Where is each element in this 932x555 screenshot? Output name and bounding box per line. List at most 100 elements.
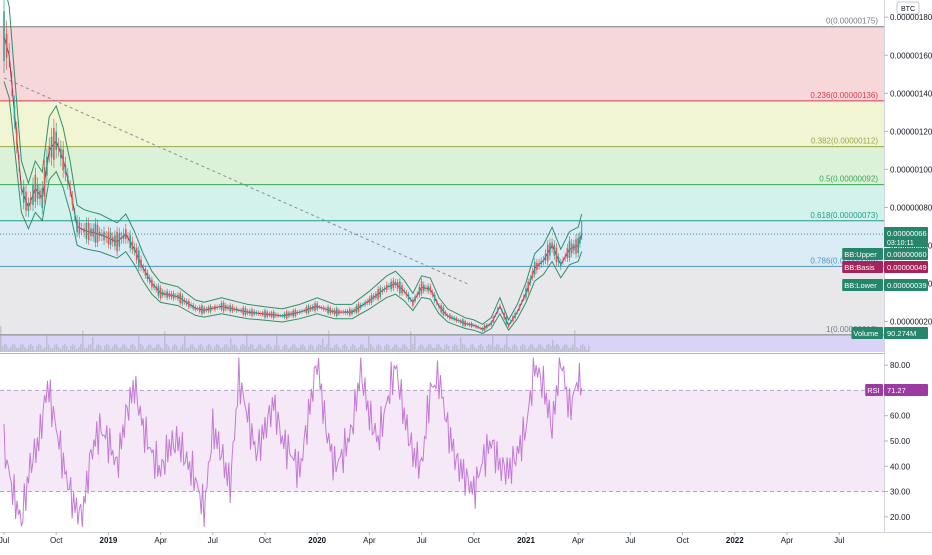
candle-body (509, 321, 512, 323)
candle-body (475, 325, 477, 328)
volume-bar (4, 344, 6, 352)
candle-body (316, 303, 318, 310)
candle-body (264, 310, 266, 318)
candle-body (242, 307, 245, 315)
candle-body (492, 316, 495, 322)
volume-bar (492, 334, 494, 352)
candle-body (301, 310, 303, 312)
volume-bar (42, 348, 44, 352)
candle-body (166, 291, 168, 298)
volume-bar (96, 345, 98, 352)
candle-body (486, 324, 488, 329)
candle-body (122, 233, 125, 239)
candle-body (294, 309, 297, 317)
volume-bar (552, 339, 554, 352)
candle-body (449, 314, 451, 319)
volume-bar (178, 349, 180, 352)
volume-bar (126, 347, 128, 352)
candle-body (71, 197, 74, 205)
volume-bar (426, 346, 428, 352)
volume-bar (70, 345, 72, 352)
volume-bar (372, 346, 374, 352)
volume-bar (510, 348, 512, 352)
candle-body (477, 326, 479, 329)
volume-bar (146, 346, 148, 352)
volume-bar (320, 345, 322, 352)
candle-body (396, 282, 399, 289)
volume-bar (40, 345, 42, 352)
volume-bar (128, 348, 130, 352)
price-tick-label: 0.00000140 (890, 89, 932, 98)
candle-body (394, 281, 397, 286)
volume-bar (584, 346, 586, 352)
volume-bar (190, 344, 192, 352)
volume-bar (462, 344, 464, 352)
candle-body (362, 304, 364, 306)
badge-bb_basis-label: BB:Basis (844, 263, 875, 272)
rsi-tick-label: 80.00 (890, 361, 911, 370)
volume-bar (386, 344, 388, 352)
volume-bar (314, 349, 316, 352)
candle-body (11, 82, 13, 86)
candle-body (85, 222, 88, 239)
volume-bar (428, 344, 430, 352)
badge-price-value: 0.00000066 (887, 229, 927, 238)
candle-body (253, 311, 255, 315)
badge-bb_upper-label: BB:Upper (844, 250, 877, 259)
volume-bar (258, 344, 260, 352)
volume-bar (300, 344, 302, 352)
candle-body (357, 303, 360, 312)
candle-body (60, 148, 62, 159)
volume-bar (534, 347, 536, 352)
candle-body (172, 293, 175, 299)
candle-body (429, 286, 432, 292)
candle-body (318, 307, 321, 308)
candle-body (331, 310, 334, 313)
volume-bar (348, 349, 350, 352)
candle-body (386, 284, 388, 290)
candle-body (29, 198, 32, 205)
volume-bar (186, 348, 188, 352)
volume-bar (266, 344, 268, 352)
volume-bar (198, 344, 200, 352)
volume-bar (290, 347, 292, 352)
volume-bar (490, 345, 492, 352)
volume-bar (304, 346, 306, 352)
volume-bar (288, 348, 290, 352)
volume-bar (210, 345, 212, 352)
x-axis[interactable]: Jul Oct 2019 Apr Jul Oct 2020 Apr Jul Oct 2021 Apr J… (0, 532, 932, 550)
candle-body (538, 262, 540, 267)
candle-body (194, 306, 197, 310)
volume-bar (476, 348, 478, 352)
candle-body (290, 312, 292, 316)
candle-body (468, 323, 471, 326)
volume-bar (458, 348, 460, 352)
volume-bar (278, 345, 280, 352)
candle-body (542, 260, 545, 262)
volume-bar (292, 344, 294, 352)
x-tick-label: 2019 (100, 536, 118, 545)
volume-bar (328, 330, 330, 352)
x-tick-label: Oct (676, 536, 689, 545)
candle-body (353, 309, 355, 312)
volume-bar (208, 344, 210, 352)
volume-bar (122, 344, 124, 352)
candle-body (48, 145, 51, 155)
volume-bar (108, 345, 110, 352)
volume-bar (256, 347, 258, 352)
volume-bar (90, 344, 92, 352)
candle-body (546, 244, 549, 262)
x-tick-label: Apr (781, 536, 794, 545)
candle-body (544, 253, 547, 261)
candle-body (170, 293, 173, 298)
volume-bar (356, 348, 358, 352)
currency-label[interactable]: BTC (901, 6, 915, 13)
fib-zone (0, 184, 884, 221)
x-tick-label: Jul (416, 536, 426, 545)
volume-bar (226, 344, 228, 352)
candle-body (375, 293, 377, 298)
candle-body (96, 224, 99, 243)
candle-body (299, 311, 301, 313)
candle-body (22, 186, 25, 203)
candle-body (455, 318, 458, 322)
